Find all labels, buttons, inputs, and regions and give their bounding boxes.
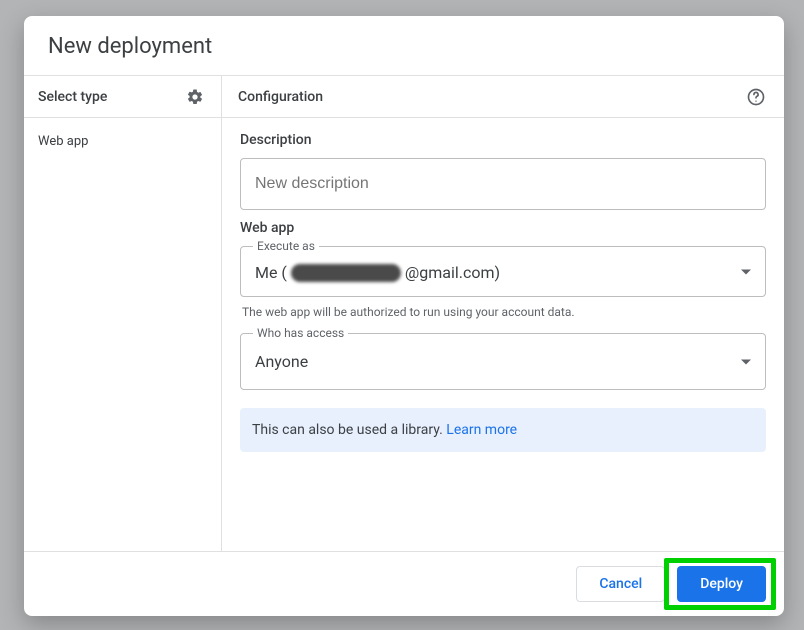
webapp-label: Web app [240,220,766,236]
description-input[interactable] [240,158,766,210]
who-has-access-select[interactable]: Who has access Anyone [240,333,766,390]
dialog-title: New deployment [24,16,784,75]
access-value: Anyone [255,352,725,371]
gear-icon[interactable] [183,85,207,109]
configuration-header: Configuration [222,76,784,118]
configuration-body: Description Web app Execute as Me ( @gmai… [222,118,784,466]
chevron-down-icon [741,269,751,274]
access-field-label: Who has access [253,326,348,340]
cancel-button[interactable]: Cancel [576,566,665,602]
select-type-column: Select type Web app [24,76,222,551]
configuration-label: Configuration [238,89,323,105]
execute-as-suffix: @gmail.com) [405,263,500,282]
configuration-column: Configuration Description Web app Execut… [222,76,784,551]
banner-text: This can also be used a library. [252,422,446,438]
execute-as-helper: The web app will be authorized to run us… [242,305,764,319]
type-list: Web app [24,118,221,165]
execute-as-select[interactable]: Execute as Me (@gmail.com) [240,246,766,297]
select-type-label: Select type [38,89,107,105]
deploy-button[interactable]: Deploy [677,566,766,602]
redacted-email [291,264,401,282]
dialog-footer: Cancel Deploy [24,551,784,616]
select-type-header: Select type [24,76,221,118]
library-info-banner: This can also be used a library. Learn m… [240,408,766,452]
description-label: Description [240,132,766,148]
chevron-down-icon [741,359,751,364]
help-icon[interactable] [744,85,768,109]
new-deployment-dialog: New deployment Select type Web app Confi… [24,16,784,616]
execute-as-field-label: Execute as [253,239,319,253]
execute-as-value: Me ( @gmail.com) [255,263,725,282]
type-item-web-app[interactable]: Web app [24,126,221,157]
learn-more-link[interactable]: Learn more [446,422,517,438]
dialog-body: Select type Web app Configuration Descri… [24,75,784,551]
execute-as-prefix: Me ( [255,263,287,282]
